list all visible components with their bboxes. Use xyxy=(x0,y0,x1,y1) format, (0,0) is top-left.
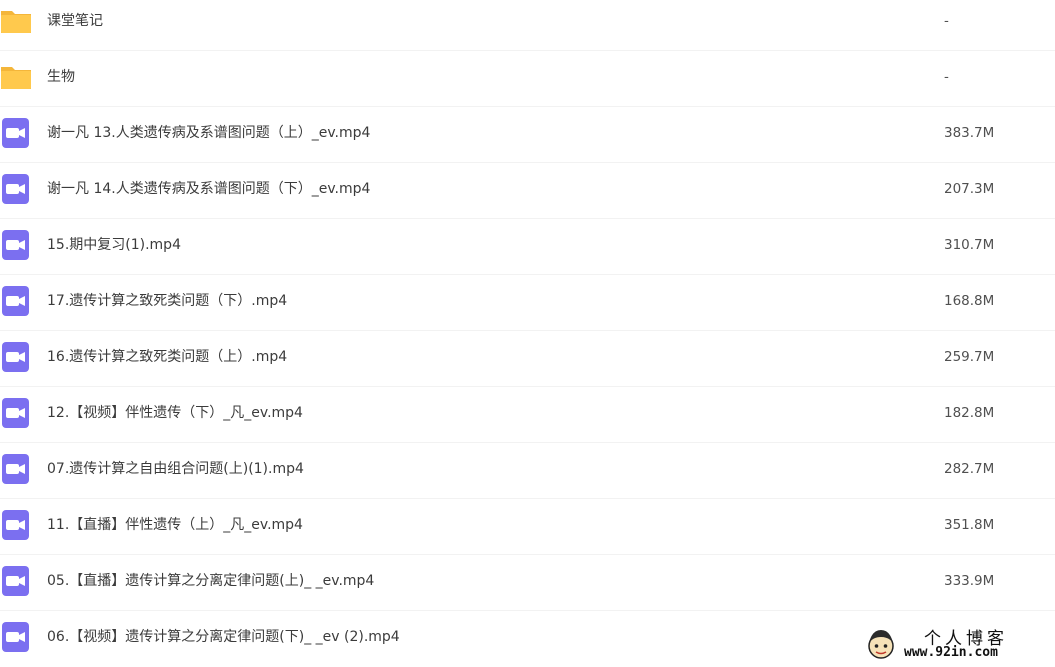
folder-icon xyxy=(1,11,31,33)
file-size: 168.8M xyxy=(944,293,995,309)
list-item-video[interactable]: 17.遗传计算之致死类问题（下）.mp4 168.8M xyxy=(0,275,1055,331)
list-item-folder[interactable]: 课堂笔记 - xyxy=(0,0,1055,51)
file-size: 182.8M xyxy=(944,405,995,421)
list-item-video[interactable]: 12.【视频】伴性遗传（下）_凡_ev.mp4 182.8M xyxy=(0,387,1055,443)
list-item-folder[interactable]: 生物 - xyxy=(0,51,1055,107)
file-list: 课堂笔记 - 生物 - 谢一凡 13.人类遗传病及系谱图问题（上）_ev.mp4… xyxy=(0,0,1055,667)
file-size: 259.7M xyxy=(944,349,995,365)
video-file-icon xyxy=(2,566,29,596)
file-size: - xyxy=(944,69,949,85)
file-name[interactable]: 11.【直播】伴性遗传（上）_凡_ev.mp4 xyxy=(47,499,303,555)
file-name[interactable]: 12.【视频】伴性遗传（下）_凡_ev.mp4 xyxy=(47,387,303,443)
video-file-icon xyxy=(2,510,29,540)
video-file-icon xyxy=(2,454,29,484)
video-file-icon xyxy=(2,286,29,316)
file-size: 207.3M xyxy=(944,181,995,197)
file-name[interactable]: 谢一凡 13.人类遗传病及系谱图问题（上）_ev.mp4 xyxy=(47,107,370,163)
video-file-icon xyxy=(2,230,29,260)
list-item-video[interactable]: 11.【直播】伴性遗传（上）_凡_ev.mp4 351.8M xyxy=(0,499,1055,555)
list-item-video[interactable]: 07.遗传计算之自由组合问题(上)(1).mp4 282.7M xyxy=(0,443,1055,499)
list-item-video[interactable]: 15.期中复习(1).mp4 310.7M xyxy=(0,219,1055,275)
list-item-video[interactable]: 谢一凡 14.人类遗传病及系谱图问题（下）_ev.mp4 207.3M xyxy=(0,163,1055,219)
file-size: 282.7M xyxy=(944,461,995,477)
file-name[interactable]: 16.遗传计算之致死类问题（上）.mp4 xyxy=(47,331,287,387)
file-name[interactable]: 17.遗传计算之致死类问题（下）.mp4 xyxy=(47,275,287,331)
file-name[interactable]: 课堂笔记 xyxy=(47,0,103,51)
video-file-icon xyxy=(2,118,29,148)
folder-icon xyxy=(1,67,31,89)
file-name[interactable]: 05.【直播】遗传计算之分离定律问题(上)_ _ev.mp4 xyxy=(47,555,374,611)
file-name[interactable]: 谢一凡 14.人类遗传病及系谱图问题（下）_ev.mp4 xyxy=(47,163,370,219)
file-name[interactable]: 07.遗传计算之自由组合问题(上)(1).mp4 xyxy=(47,443,304,499)
file-name[interactable]: 生物 xyxy=(47,51,75,107)
video-file-icon xyxy=(2,622,29,652)
file-size: 351.8M xyxy=(944,517,995,533)
avatar-icon xyxy=(868,630,894,659)
video-file-icon xyxy=(2,398,29,428)
file-size: 383.7M xyxy=(944,125,995,141)
file-size: - xyxy=(944,13,949,29)
file-size: 310.7M xyxy=(944,237,995,253)
video-file-icon xyxy=(2,342,29,372)
list-item-video[interactable]: 05.【直播】遗传计算之分离定律问题(上)_ _ev.mp4 333.9M xyxy=(0,555,1055,611)
file-size: 333.9M xyxy=(944,573,995,589)
file-name[interactable]: 15.期中复习(1).mp4 xyxy=(47,219,181,275)
watermark: 个人博客 www.92in.com xyxy=(858,624,1048,664)
watermark-url: www.92in.com xyxy=(904,645,998,660)
list-item-video[interactable]: 谢一凡 13.人类遗传病及系谱图问题（上）_ev.mp4 383.7M xyxy=(0,107,1055,163)
video-file-icon xyxy=(2,174,29,204)
list-item-video[interactable]: 16.遗传计算之致死类问题（上）.mp4 259.7M xyxy=(0,331,1055,387)
file-name[interactable]: 06.【视频】遗传计算之分离定律问题(下)_ _ev (2).mp4 xyxy=(47,611,400,667)
